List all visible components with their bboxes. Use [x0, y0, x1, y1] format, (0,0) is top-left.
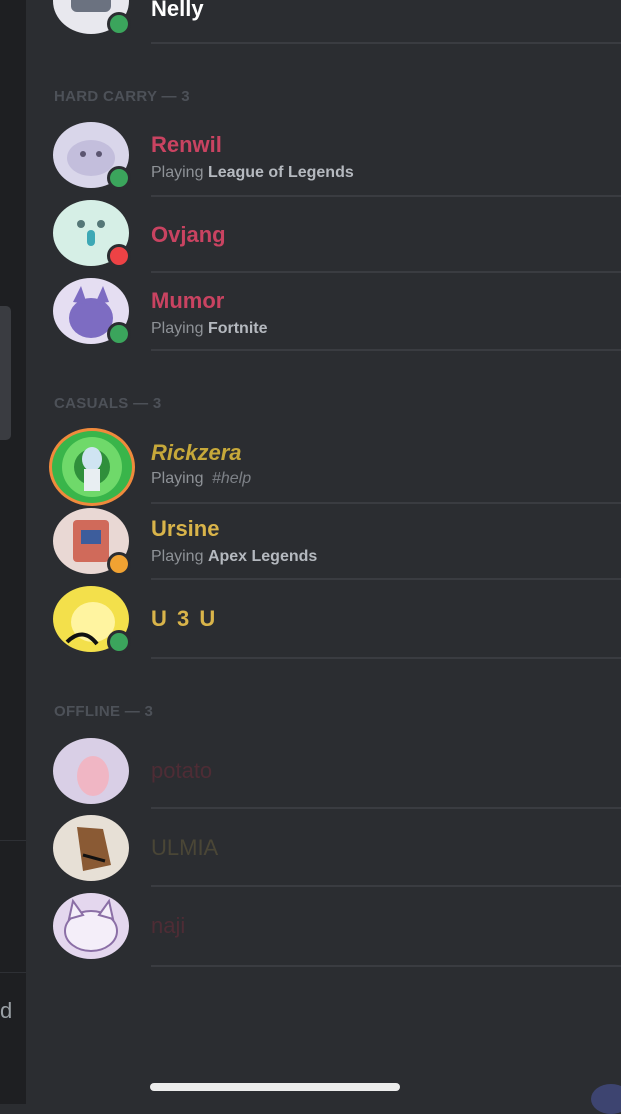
member-item-u3u[interactable]: U 3 U	[26, 586, 621, 664]
divider	[151, 195, 621, 197]
member-item-renwil[interactable]: Renwil Playing League of Legends	[26, 122, 621, 200]
group-header-offline: OFFLINE — 3	[54, 703, 154, 720]
divider	[151, 885, 621, 887]
divider	[151, 578, 621, 580]
divider	[151, 965, 621, 967]
status-dnd-icon	[107, 244, 131, 268]
member-item-potato[interactable]: potato	[26, 738, 621, 816]
status-online-icon	[107, 322, 131, 346]
status-online-icon	[107, 166, 131, 190]
avatar-image	[53, 815, 129, 881]
game-name: #help	[211, 470, 252, 487]
avatar	[53, 738, 129, 804]
member-item-naji[interactable]: naji	[26, 893, 621, 971]
avatar	[53, 278, 131, 346]
member-name: U 3 U	[151, 606, 218, 631]
member-activity: Playing League of Legends	[151, 164, 354, 182]
playing-label: Playing	[151, 164, 204, 181]
member-name: ULMIA	[151, 835, 219, 860]
avatar	[53, 586, 131, 654]
playing-label: Playing	[151, 548, 204, 565]
member-name: naji	[151, 913, 186, 938]
avatar-image	[49, 428, 135, 506]
member-name: Nelly	[151, 0, 204, 21]
home-indicator[interactable]	[150, 1083, 400, 1091]
member-name: Ovjang	[151, 222, 226, 247]
avatar	[53, 200, 131, 268]
member-item-nelly[interactable]: Nelly	[26, 0, 621, 46]
divider	[151, 807, 621, 809]
divider	[151, 502, 621, 504]
member-name: Rickzera	[151, 440, 242, 465]
avatar-image	[53, 738, 129, 804]
group-header-casuals: CASUALS — 3	[54, 395, 162, 412]
member-item-rickzera[interactable]: Rickzera Playing #help	[26, 428, 621, 506]
member-name: Ursine	[151, 516, 220, 541]
rail-scrollbar[interactable]	[0, 306, 11, 440]
rail-divider	[0, 972, 26, 973]
member-item-ursine[interactable]: Ursine Playing Apex Legends	[26, 508, 621, 586]
game-name: Apex Legends	[207, 548, 318, 565]
rail-partial-text: d	[0, 998, 13, 1023]
group-header-hard-carry: HARD CARRY — 3	[54, 88, 190, 105]
member-list: Nelly HARD CARRY — 3 Renwil Playing Leag…	[26, 0, 621, 1114]
divider	[151, 42, 621, 44]
playing-label: Playing	[151, 470, 204, 487]
playing-label: Playing	[151, 320, 204, 337]
member-activity: Playing Fortnite	[151, 320, 267, 338]
portal-character-avatar-icon	[62, 437, 122, 497]
game-name: League of Legends	[207, 164, 354, 181]
cat-drawing-avatar-icon	[64, 898, 118, 952]
divider	[151, 271, 621, 273]
corner-accent	[591, 1084, 621, 1114]
avatar	[53, 815, 129, 881]
avatar	[53, 0, 131, 36]
game-name: Fortnite	[207, 320, 268, 337]
divider	[151, 349, 621, 351]
avatar	[53, 122, 131, 190]
rail-divider	[0, 840, 26, 841]
member-activity: Playing #help	[151, 470, 251, 488]
avatar	[53, 893, 129, 959]
avatar-image	[53, 893, 129, 959]
member-activity: Playing Apex Legends	[151, 548, 317, 566]
status-online-icon	[107, 630, 131, 654]
avatar	[53, 508, 131, 576]
member-name: potato	[151, 758, 213, 783]
horse-avatar-icon	[77, 827, 111, 871]
member-name: Mumor	[151, 288, 225, 313]
status-online-icon	[107, 12, 131, 36]
avatar	[49, 428, 135, 506]
divider	[151, 657, 621, 659]
member-item-mumor[interactable]: Mumor Playing Fortnite	[26, 278, 621, 356]
member-name: Renwil	[151, 132, 222, 157]
member-item-ovjang[interactable]: Ovjang	[26, 200, 621, 278]
status-idle-icon	[107, 552, 131, 576]
pink-blob-avatar-icon	[77, 756, 109, 796]
member-item-ulmia[interactable]: ULMIA	[26, 815, 621, 893]
server-rail: d	[0, 0, 26, 1104]
